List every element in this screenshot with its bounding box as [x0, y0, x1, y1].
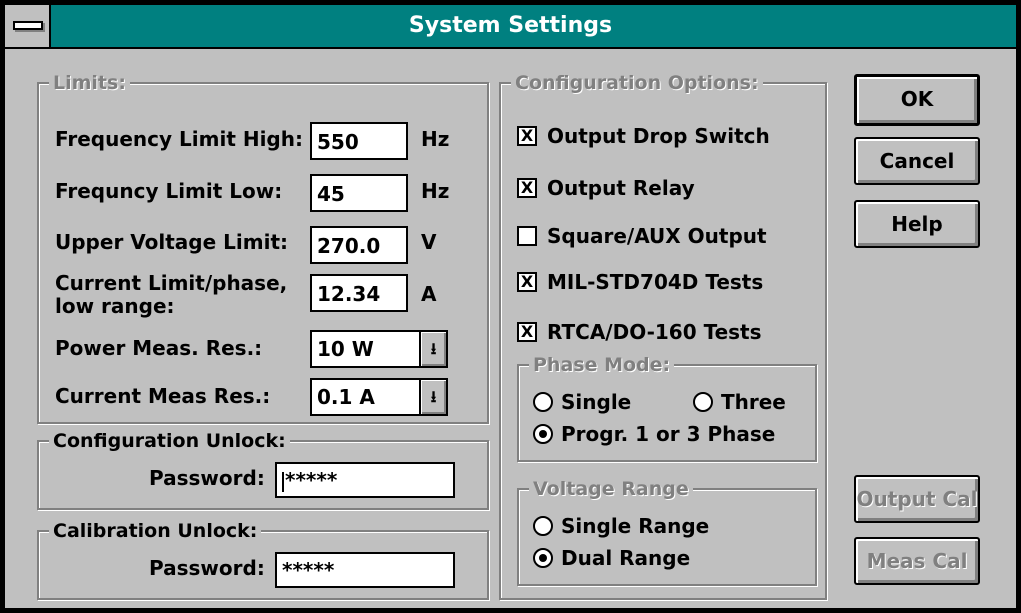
checkbox-box[interactable]: X — [517, 178, 537, 198]
config-options-group: Configuration Options: X Output Drop Swi… — [499, 71, 827, 600]
phase-mode-group: Phase Mode: Single Three Progr. 1 or 3 P… — [517, 353, 817, 462]
radio-label: Progr. 1 or 3 Phase — [561, 422, 776, 446]
limits-group: Limits: Frequency Limit High: 550 Hz Fre… — [37, 71, 489, 424]
config-unlock-legend: Configuration Unlock: — [49, 429, 290, 453]
freq-high-input[interactable]: 550 — [310, 122, 408, 160]
current-limit-label-line1: Current Limit/phase, — [55, 271, 288, 295]
config-unlock-group: Configuration Unlock: Password: ***** — [37, 429, 489, 510]
checkbox-box[interactable]: X — [517, 322, 537, 342]
voltage-range-legend: Voltage Range — [529, 477, 693, 501]
power-res-label: Power Meas. Res.: — [55, 336, 263, 360]
checkbox-label: Output Relay — [547, 176, 695, 200]
checkbox-box[interactable]: X — [517, 126, 537, 146]
phase-three-radio[interactable]: Three — [693, 390, 786, 414]
system-settings-window: System Settings Limits: Frequency Limit … — [0, 0, 1021, 613]
checkbox-label: RTCA/DO-160 Tests — [547, 320, 762, 344]
freq-high-unit: Hz — [421, 127, 450, 151]
mil-std-tests-checkbox[interactable]: X MIL-STD704D Tests — [517, 270, 763, 294]
radio-dot[interactable] — [693, 392, 713, 412]
radio-dot[interactable] — [533, 392, 553, 412]
radio-label: Single Range — [561, 514, 710, 538]
freq-high-label: Frequency Limit High: — [55, 127, 303, 151]
power-res-value: 10 W — [317, 337, 374, 361]
square-aux-output-checkbox[interactable]: Square/AUX Output — [517, 224, 767, 248]
checkbox-box[interactable]: X — [517, 272, 537, 292]
power-res-select[interactable]: 10 W ⭳ — [310, 330, 448, 368]
checkbox-label: MIL-STD704D Tests — [547, 270, 764, 294]
freq-low-input[interactable]: 45 — [310, 174, 408, 212]
dropdown-arrow-icon[interactable]: ⭳ — [419, 332, 446, 366]
config-password-value: ***** — [285, 468, 338, 492]
cancel-button[interactable]: Cancel — [854, 137, 980, 185]
upper-voltage-input[interactable]: 270.0 — [310, 226, 408, 264]
dropdown-arrow-icon[interactable]: ⭳ — [419, 380, 446, 414]
output-cal-button[interactable]: Output Cal — [854, 475, 980, 523]
cal-unlock-group: Calibration Unlock: Password: ***** — [37, 519, 489, 600]
cal-password-input[interactable]: ***** — [275, 552, 455, 588]
upper-voltage-unit: V — [421, 230, 437, 254]
radio-label: Dual Range — [561, 546, 691, 570]
voltage-single-radio[interactable]: Single Range — [533, 514, 709, 538]
system-menu-icon[interactable] — [5, 5, 51, 47]
current-limit-label-line2: low range: — [55, 294, 175, 318]
voltage-range-group: Voltage Range Single Range Dual Range — [517, 477, 817, 586]
cal-password-label: Password: — [149, 556, 265, 580]
current-limit-unit: A — [421, 282, 437, 306]
radio-dot[interactable] — [533, 516, 553, 536]
upper-voltage-label: Upper Voltage Limit: — [55, 230, 288, 254]
output-drop-switch-checkbox[interactable]: X Output Drop Switch — [517, 124, 770, 148]
ok-button[interactable]: OK — [854, 74, 980, 126]
checkbox-label: Output Drop Switch — [547, 124, 770, 148]
window-title: System Settings — [408, 13, 613, 38]
voltage-dual-radio[interactable]: Dual Range — [533, 546, 690, 570]
radio-dot[interactable] — [533, 548, 553, 568]
title-bar[interactable]: System Settings — [5, 5, 1016, 49]
config-options-legend: Configuration Options: — [511, 71, 763, 95]
cal-unlock-legend: Calibration Unlock: — [49, 519, 262, 543]
current-res-value: 0.1 A — [317, 385, 375, 409]
rtca-tests-checkbox[interactable]: X RTCA/DO-160 Tests — [517, 320, 762, 344]
radio-label: Three — [721, 390, 786, 414]
current-res-select[interactable]: 0.1 A ⭳ — [310, 378, 448, 416]
config-password-label: Password: — [149, 466, 265, 490]
help-button[interactable]: Help — [854, 200, 980, 248]
phase-progr-radio[interactable]: Progr. 1 or 3 Phase — [533, 422, 775, 446]
meas-cal-button[interactable]: Meas Cal — [854, 537, 980, 585]
phase-single-radio[interactable]: Single — [533, 390, 631, 414]
current-limit-input[interactable]: 12.34 — [310, 274, 408, 312]
checkbox-box[interactable] — [517, 226, 537, 246]
checkbox-label: Square/AUX Output — [547, 224, 767, 248]
radio-label: Single — [561, 390, 632, 414]
limits-legend: Limits: — [49, 71, 130, 95]
phase-mode-legend: Phase Mode: — [529, 353, 675, 377]
radio-dot[interactable] — [533, 424, 553, 444]
current-res-label: Current Meas Res.: — [55, 384, 271, 408]
freq-low-unit: Hz — [421, 179, 450, 203]
output-relay-checkbox[interactable]: X Output Relay — [517, 176, 695, 200]
text-cursor — [282, 471, 284, 492]
config-password-input[interactable]: ***** — [275, 462, 455, 498]
freq-low-label: Frequncy Limit Low: — [55, 179, 283, 203]
